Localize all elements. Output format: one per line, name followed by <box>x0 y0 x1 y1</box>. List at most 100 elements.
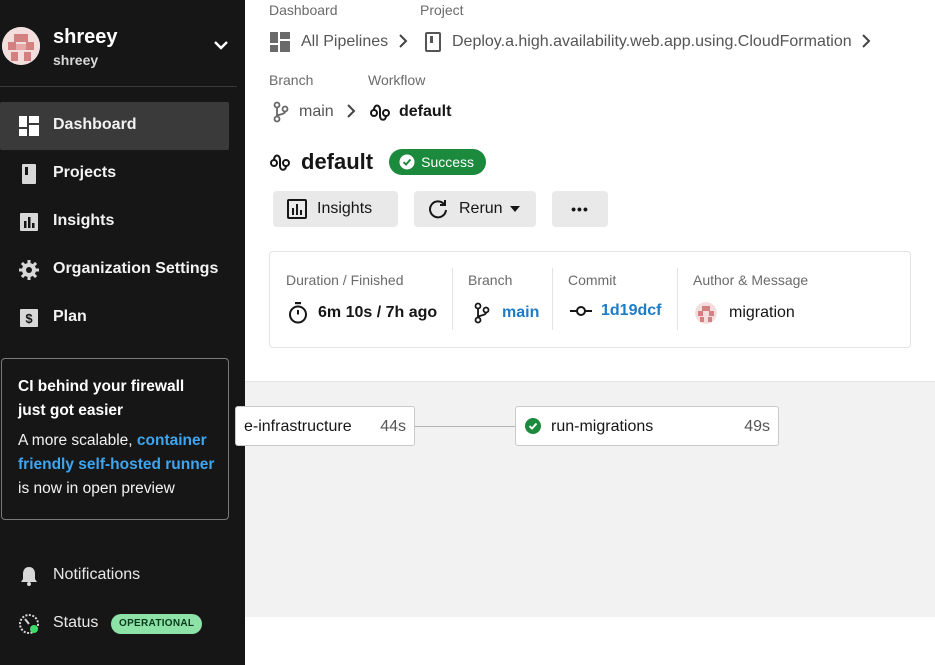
dollar-icon: $ <box>20 309 38 327</box>
caret-down-icon <box>509 206 520 212</box>
insights-button[interactable]: Insights <box>273 191 398 227</box>
job-node[interactable]: e-infrastructure 44s <box>235 406 415 446</box>
insights-icon <box>20 213 38 231</box>
sidebar-item-dashboard[interactable]: Dashboard <box>0 102 229 150</box>
project-icon <box>425 32 441 52</box>
sidebar-divider <box>0 86 237 87</box>
divider <box>552 268 553 330</box>
sidebar-item-organization-settings[interactable]: Organization Settings <box>0 246 229 294</box>
dashboard-icon <box>19 116 39 136</box>
user-name: shreey <box>53 26 118 48</box>
sidebar-item-insights[interactable]: Insights <box>0 198 229 246</box>
breadcrumb-label: Dashboard <box>269 2 338 18</box>
sidebar-item-notifications[interactable]: Notifications <box>0 560 245 590</box>
user-handle: shreey <box>53 52 99 68</box>
divider <box>452 268 453 330</box>
job-connector <box>415 426 515 427</box>
insights-button-label: Insights <box>317 200 373 217</box>
branch-section: Branch main <box>468 252 548 347</box>
dashboard-icon <box>270 32 290 52</box>
branch-icon <box>273 101 289 123</box>
breadcrumb-workflow[interactable]: default <box>369 101 451 123</box>
sidebar-item-label: Dashboard <box>53 116 137 133</box>
status-badge: Success <box>389 149 487 175</box>
breadcrumb-label: Project <box>420 2 464 18</box>
breadcrumb-label: Workflow <box>368 72 426 88</box>
promo-text: A more scalable, <box>18 432 137 449</box>
branch-value: main <box>474 302 539 324</box>
breadcrumb-text: main <box>299 103 334 120</box>
sidebar-item-projects[interactable]: Projects <box>0 150 229 198</box>
avatar <box>2 27 40 65</box>
promo-card: CI behind your firewall just got easier … <box>1 358 229 520</box>
duration-text: 6m 10s / 7h ago <box>318 304 438 321</box>
commit-icon <box>570 306 592 316</box>
projects-icon <box>22 164 36 184</box>
job-node[interactable]: run-migrations 49s <box>515 406 779 446</box>
duration-section: Duration / Finished 6m 10s / 7h ago <box>286 252 446 347</box>
author-section: Author & Message migration <box>693 252 893 347</box>
author-label: Author & Message <box>693 272 809 288</box>
rerun-icon <box>429 200 447 219</box>
page-title: default <box>301 149 374 174</box>
breadcrumb-project[interactable]: Deploy.a.high.availability.web.app.using… <box>424 31 852 53</box>
commit-message: migration <box>729 304 795 321</box>
job-name: e-infrastructure <box>244 418 352 435</box>
bell-icon <box>21 567 37 586</box>
gear-icon <box>19 260 39 280</box>
avatar <box>695 302 717 324</box>
more-options-button[interactable]: ••• <box>552 191 608 227</box>
workflow-icon <box>270 154 290 171</box>
breadcrumb-label: Branch <box>269 72 314 88</box>
status-badge: OPERATIONAL <box>111 614 203 634</box>
promo-text: is now in open preview <box>18 480 175 497</box>
sidebar-item-label: Insights <box>53 212 115 229</box>
user-menu[interactable]: shreey shreey <box>0 18 245 78</box>
promo-title: CI behind your firewall just got easier <box>18 378 185 419</box>
job-name: run-migrations <box>551 418 654 435</box>
author-value: migration <box>695 302 795 324</box>
branch-label: Branch <box>468 272 513 288</box>
rerun-button[interactable]: Rerun <box>414 191 536 227</box>
breadcrumb-text: Deploy.a.high.availability.web.app.using… <box>452 33 852 50</box>
main-content: Dashboard Project All Pipelines Deploy.a… <box>235 0 935 665</box>
sidebar-item-label: Plan <box>53 308 87 325</box>
commit-label: Commit <box>568 272 617 288</box>
chevron-right-icon <box>399 34 408 48</box>
promo-body: A more scalable, container friendly self… <box>18 429 216 501</box>
more-icon: ••• <box>571 201 589 217</box>
commit-value: 1d19dcf <box>570 302 661 320</box>
breadcrumb-text: All Pipelines <box>301 33 389 50</box>
check-circle-icon <box>525 418 541 434</box>
job-duration: 49s <box>744 418 770 435</box>
timer-icon <box>289 302 307 324</box>
sidebar-item-label: Projects <box>53 164 117 181</box>
sidebar-item-label: Organization Settings <box>53 260 219 277</box>
workflow-icon <box>370 104 390 121</box>
svg-text:$: $ <box>25 311 33 326</box>
sidebar-item-label: Notifications <box>53 566 141 583</box>
gauge-icon <box>19 614 39 634</box>
chevron-right-icon <box>862 34 871 48</box>
breadcrumb-text: default <box>399 103 452 120</box>
breadcrumb-all-pipelines[interactable]: All Pipelines <box>269 31 388 53</box>
divider <box>677 268 678 330</box>
sidebar-item-status[interactable]: Status OPERATIONAL <box>0 608 245 638</box>
breadcrumb-branch[interactable]: main <box>273 101 334 123</box>
check-circle-icon <box>399 154 415 170</box>
job-duration: 44s <box>380 418 406 435</box>
commit-section: Commit 1d19dcf <box>568 252 668 347</box>
insights-icon <box>287 199 307 219</box>
workflow-graph: e-infrastructure 44s run-migrations 49s <box>235 381 935 617</box>
workflow-info-card: Duration / Finished 6m 10s / 7h ago Bran… <box>269 251 911 348</box>
sidebar-item-plan[interactable]: $ Plan <box>0 294 229 342</box>
chevron-right-icon <box>347 104 356 118</box>
sidebar-item-label: Status <box>53 614 99 631</box>
branch-link[interactable]: main <box>502 304 539 322</box>
workflow-header: default Success <box>269 146 487 178</box>
duration-label: Duration / Finished <box>286 272 404 288</box>
commit-link[interactable]: 1d19dcf <box>601 302 661 320</box>
branch-icon <box>474 302 490 324</box>
status-text: Success <box>421 154 475 170</box>
chevron-down-icon[interactable] <box>212 38 230 52</box>
